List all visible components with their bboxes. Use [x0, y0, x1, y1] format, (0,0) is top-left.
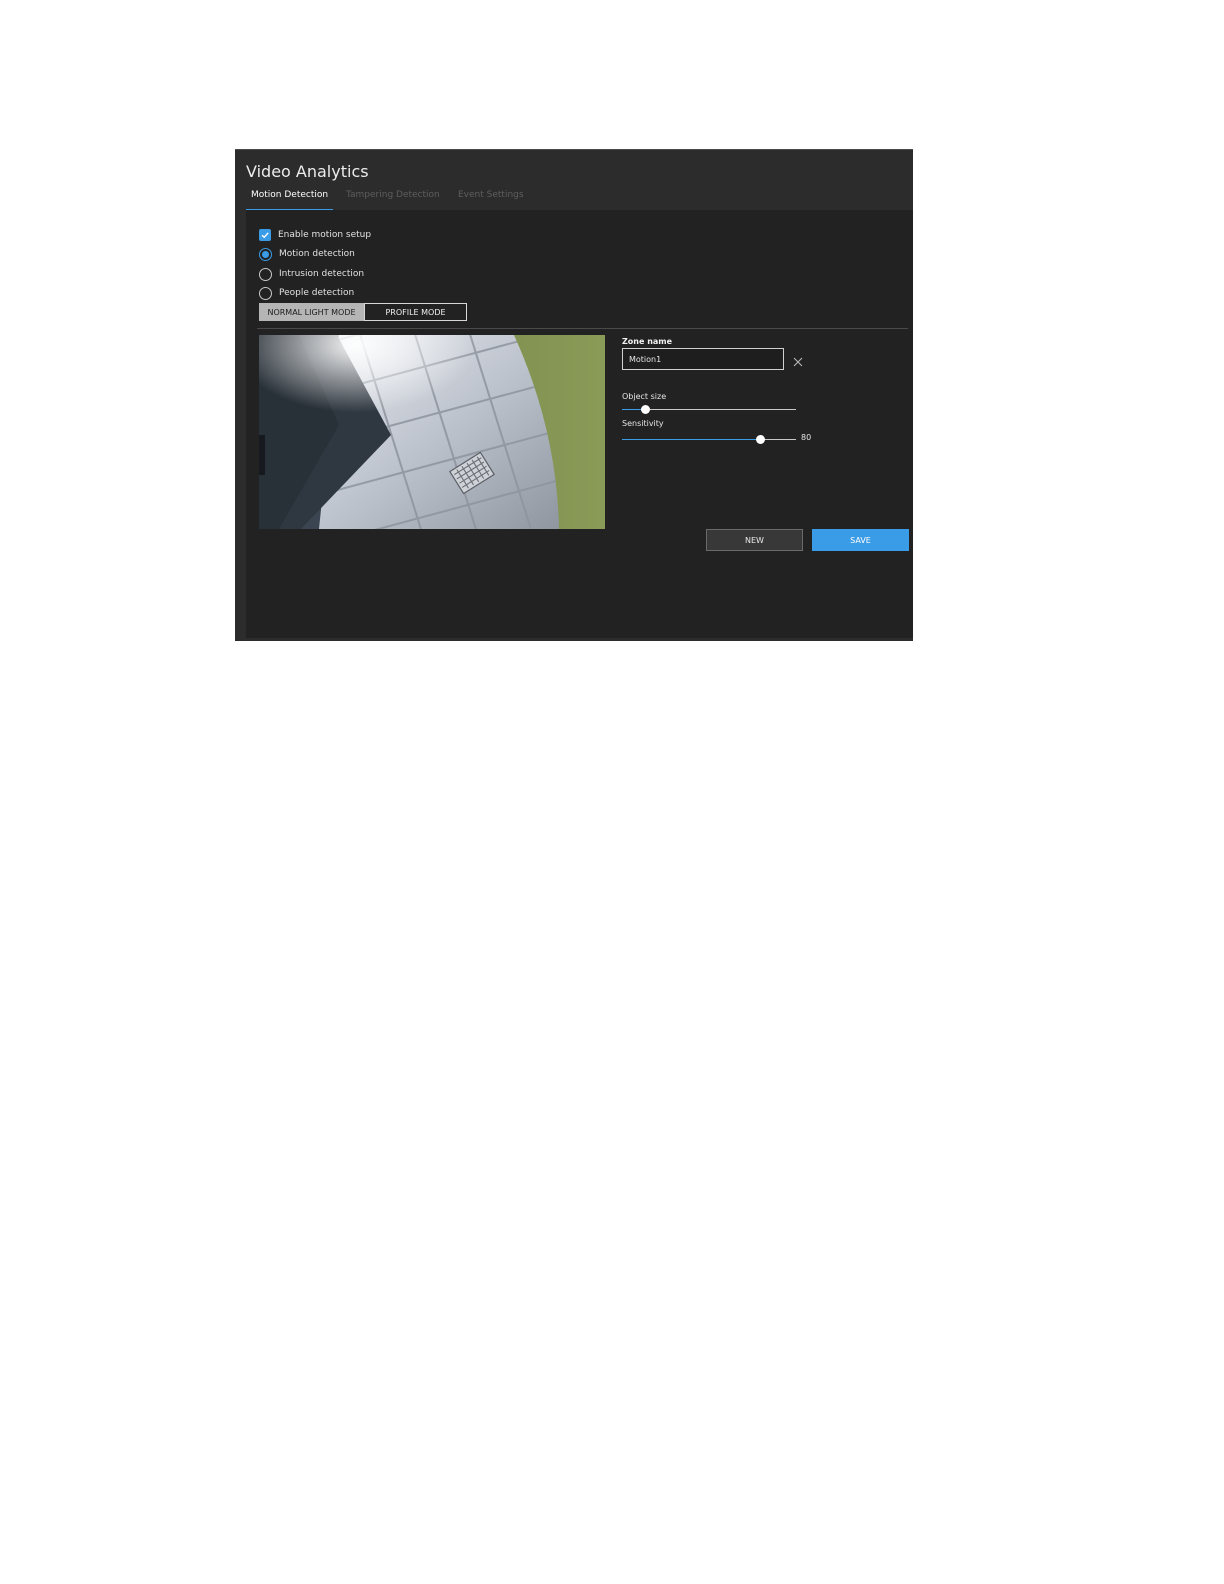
sensitivity-slider[interactable]: [622, 435, 796, 445]
zone-name-label: Zone name: [622, 337, 673, 346]
object-size-label: Object size: [622, 392, 667, 401]
motion-detection-panel: Enable motion setup Motion detection Int…: [246, 210, 913, 638]
enable-motion-setup-label: Enable motion setup: [278, 230, 372, 240]
checkmark-icon: [261, 232, 269, 239]
people-detection-label: People detection: [279, 288, 355, 298]
people-detection-radio[interactable]: [259, 286, 272, 300]
sensitivity-fill: [622, 439, 762, 440]
intrusion-detection-radio[interactable]: [259, 267, 272, 281]
motion-detection-label: Motion detection: [279, 249, 355, 259]
tab-tampering-detection[interactable]: Tampering Detection: [341, 188, 445, 209]
mode-toggle-group: NORMAL LIGHT MODE PROFILE MODE: [259, 303, 467, 321]
camera-preview[interactable]: [259, 335, 605, 529]
save-button[interactable]: SAVE: [812, 529, 909, 551]
tab-motion-detection[interactable]: Motion Detection: [246, 188, 334, 211]
divider: [257, 328, 908, 329]
intrusion-detection-label: Intrusion detection: [279, 269, 365, 279]
camera-image: [259, 335, 605, 529]
object-size-thumb[interactable]: [641, 405, 651, 414]
zone-name-input[interactable]: [622, 348, 784, 370]
sensitivity-value: 80: [801, 433, 812, 442]
intrusion-detection-option[interactable]: Intrusion detection: [259, 267, 364, 281]
motion-detection-radio[interactable]: [259, 247, 272, 261]
object-size-slider[interactable]: [622, 405, 796, 415]
sensitivity-thumb[interactable]: [756, 435, 766, 444]
normal-light-mode-button[interactable]: NORMAL LIGHT MODE: [259, 303, 364, 321]
sensitivity-label: Sensitivity: [622, 419, 664, 428]
new-button[interactable]: NEW: [706, 529, 803, 551]
close-icon[interactable]: [792, 353, 804, 367]
motion-detection-option[interactable]: Motion detection: [259, 247, 355, 261]
tab-event-settings[interactable]: Event Settings: [453, 188, 529, 209]
page-title: Video Analytics: [246, 162, 369, 181]
people-detection-option[interactable]: People detection: [259, 286, 354, 300]
enable-motion-setup-option[interactable]: Enable motion setup: [259, 228, 371, 242]
profile-mode-button[interactable]: PROFILE MODE: [364, 303, 467, 321]
enable-motion-setup-checkbox[interactable]: [259, 229, 271, 241]
video-analytics-window: Video Analytics Motion Detection Tamperi…: [235, 149, 913, 641]
